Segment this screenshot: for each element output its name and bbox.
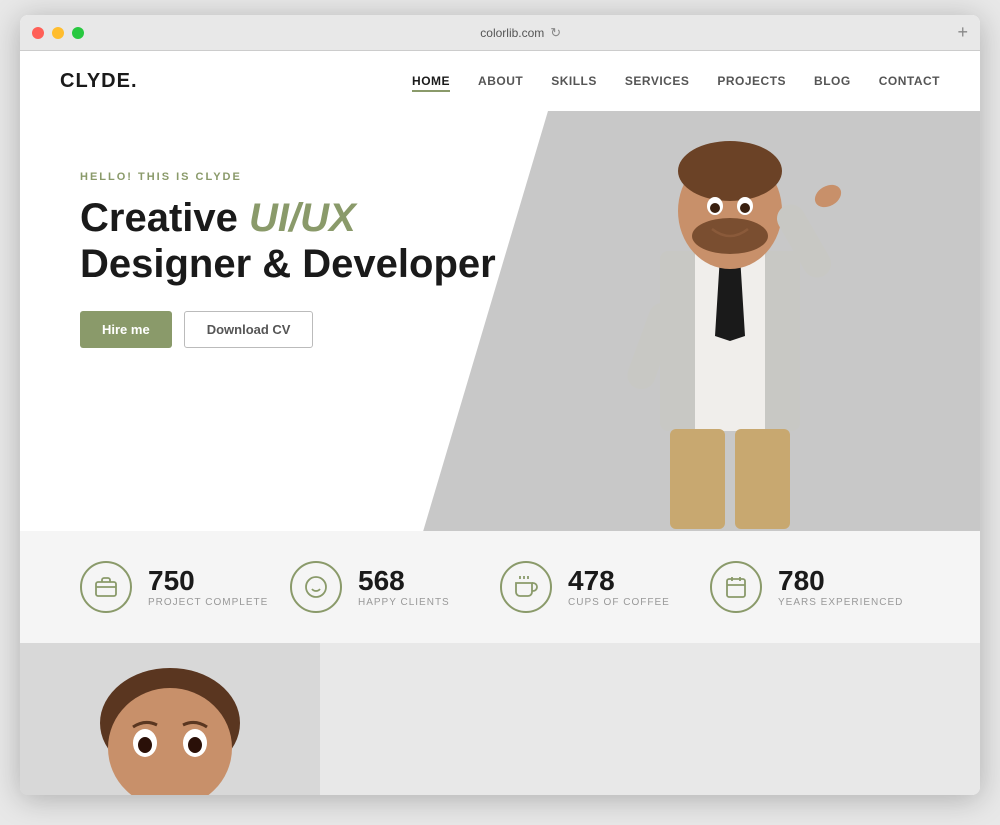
calendar-icon [710,561,762,613]
nav-link-services[interactable]: SERVICES [625,74,689,88]
hire-me-button[interactable]: Hire me [80,311,172,348]
close-dot[interactable] [32,27,44,39]
download-cv-button[interactable]: Download CV [184,311,314,348]
nav-link-projects[interactable]: PROJECTS [717,74,786,88]
nav-item-home[interactable]: HOME [412,72,450,90]
stat-clients-number: 568 [358,567,450,595]
stat-projects: 750 PROJECT COMPLETE [80,561,290,613]
stat-coffee: 478 CUPS OF COFFEE [500,561,710,613]
stats-section: 750 PROJECT COMPLETE 568 HAPPY CLIENTS [20,531,980,643]
stat-experience-label: YEARS EXPERIENCED [778,597,903,608]
browser-window: colorlib.com ↻ + CLYDE. HOME ABOUT SKILL… [20,15,980,795]
stat-experience-number: 780 [778,567,903,595]
hero-buttons: Hire me Download CV [80,311,980,348]
nav-menu: HOME ABOUT SKILLS SERVICES PROJECTS BLOG [412,72,940,90]
nav-item-contact[interactable]: CONTACT [879,72,940,90]
smiley-icon [290,561,342,613]
stat-clients: 568 HAPPY CLIENTS [290,561,500,613]
hero-title-part1: Creative [80,196,249,240]
about-person-image [20,643,320,795]
stat-projects-label: PROJECT COMPLETE [148,597,268,608]
stat-coffee-number: 478 [568,567,670,595]
nav-link-about[interactable]: ABOUT [478,74,523,88]
website-content: CLYDE. HOME ABOUT SKILLS SERVICES PROJEC… [20,51,980,795]
stat-experience: 780 YEARS EXPERIENCED [710,561,920,613]
briefcase-icon [80,561,132,613]
peeking-person-svg [20,643,320,795]
stat-coffee-label: CUPS OF COFFEE [568,597,670,608]
address-bar: colorlib.com ↻ [92,25,949,41]
stat-coffee-text: 478 CUPS OF COFFEE [568,567,670,608]
nav-item-services[interactable]: SERVICES [625,72,689,90]
hero-section: HELLO! THIS IS CLYDE Creative UI/UX Desi… [20,111,980,531]
stat-experience-text: 780 YEARS EXPERIENCED [778,567,903,608]
new-tab-button[interactable]: + [957,22,968,43]
nav-link-blog[interactable]: BLOG [814,74,851,88]
browser-titlebar: colorlib.com ↻ + [20,15,980,51]
nav-item-about[interactable]: ABOUT [478,72,523,90]
nav-link-skills[interactable]: SKILLS [551,74,597,88]
stat-projects-text: 750 PROJECT COMPLETE [148,567,268,608]
about-section-preview [20,643,980,795]
hero-title: Creative UI/UX Designer & Developer [80,195,980,287]
refresh-icon[interactable]: ↻ [550,25,561,41]
stat-projects-number: 750 [148,567,268,595]
nav-item-projects[interactable]: PROJECTS [717,72,786,90]
url-text: colorlib.com [480,26,544,40]
hero-content: HELLO! THIS IS CLYDE Creative UI/UX Desi… [20,111,980,348]
coffee-icon [500,561,552,613]
hero-title-part2: Designer & Developer [80,242,496,286]
nav-item-blog[interactable]: BLOG [814,72,851,90]
hero-title-highlight: UI/UX [249,196,356,240]
site-logo[interactable]: CLYDE. [60,70,138,93]
hero-subtitle: HELLO! THIS IS CLYDE [80,171,980,183]
stat-clients-text: 568 HAPPY CLIENTS [358,567,450,608]
maximize-dot[interactable] [72,27,84,39]
minimize-dot[interactable] [52,27,64,39]
stat-clients-label: HAPPY CLIENTS [358,597,450,608]
nav-link-contact[interactable]: CONTACT [879,74,940,88]
navbar: CLYDE. HOME ABOUT SKILLS SERVICES PROJEC… [20,51,980,111]
nav-item-skills[interactable]: SKILLS [551,72,597,90]
nav-link-home[interactable]: HOME [412,74,450,92]
